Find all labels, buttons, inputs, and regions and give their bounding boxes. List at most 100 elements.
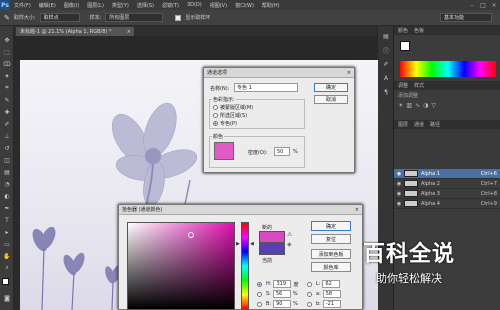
menu-file[interactable]: 文件(F) xyxy=(10,2,35,9)
menu-edit[interactable]: 编辑(E) xyxy=(35,2,60,9)
radio-circle-checked[interactable] xyxy=(213,121,218,126)
ok-button[interactable]: 确定 xyxy=(314,83,348,92)
path-select-icon[interactable]: ▸ xyxy=(3,228,11,236)
sample-select[interactable]: 所有图层 xyxy=(105,13,164,22)
tab-paths[interactable]: 路径 xyxy=(430,121,440,128)
menu-3d[interactable]: 3D(D) xyxy=(183,2,206,8)
crop-tool-icon[interactable]: ⌗ xyxy=(3,84,11,92)
history-panel-icon[interactable]: ▤ xyxy=(382,32,390,40)
add-to-swatches-button[interactable]: 添加到色板 xyxy=(311,249,351,259)
channel-row-alpha2[interactable]: ◉ Alpha 2 Ctrl+7 xyxy=(394,179,500,189)
paragraph-panel-icon[interactable]: ¶ xyxy=(382,88,390,96)
character-panel-icon[interactable]: A xyxy=(382,74,390,82)
tab-channels[interactable]: 通道 xyxy=(414,121,424,128)
hue-slider[interactable] xyxy=(241,222,249,310)
vibrance-icon[interactable]: ▽ xyxy=(431,102,436,109)
cancel-button[interactable]: 取消 xyxy=(314,95,348,104)
exposure-icon[interactable]: ◑ xyxy=(423,102,428,109)
saturation-brightness-field[interactable] xyxy=(127,222,235,310)
channel-row-alpha3[interactable]: ◉ Alpha 3 Ctrl+8 xyxy=(394,189,500,199)
lab-l-field[interactable]: 62 xyxy=(322,280,341,288)
hue-slider-left-arrow[interactable]: ▶ xyxy=(236,241,240,247)
brush-panel-icon[interactable]: ✐ xyxy=(382,60,390,68)
visibility-eye-icon[interactable]: ◉ xyxy=(394,181,404,187)
sample-size-select[interactable]: 取样点 xyxy=(39,13,80,22)
menu-filter[interactable]: 滤镜(T) xyxy=(158,2,183,9)
maximize-icon[interactable]: □ xyxy=(478,0,488,10)
pen-tool-icon[interactable]: ✒ xyxy=(3,204,11,212)
marquee-tool-icon[interactable]: ⬚ xyxy=(3,48,11,56)
levels-icon[interactable]: ▥ xyxy=(406,102,412,109)
type-tool-icon[interactable]: T xyxy=(3,216,11,224)
lab-a-field[interactable]: 58 xyxy=(322,290,341,298)
visibility-eye-icon[interactable]: ◉ xyxy=(394,201,404,207)
hue-radio[interactable] xyxy=(257,281,262,287)
radio-masked-areas[interactable]: 被蒙版区域(M) xyxy=(213,104,253,111)
workspace-select[interactable]: 基本功能 xyxy=(440,13,492,22)
lab-l-radio[interactable] xyxy=(307,281,312,287)
lab-a-radio[interactable] xyxy=(307,291,312,297)
menu-layer[interactable]: 图层(L) xyxy=(83,2,108,9)
foreground-color-swatch[interactable] xyxy=(2,278,9,285)
eraser-tool-icon[interactable]: ◫ xyxy=(3,156,11,164)
radio-circle[interactable] xyxy=(213,113,218,118)
quick-mask-icon[interactable]: ◙ xyxy=(3,294,11,302)
eyedropper-icon[interactable]: ✎ xyxy=(3,96,11,104)
menu-help[interactable]: 帮助(H) xyxy=(258,2,284,9)
menu-view[interactable]: 视图(V) xyxy=(206,2,231,9)
history-brush-icon[interactable]: ↺ xyxy=(3,144,11,152)
lab-b-radio[interactable] xyxy=(307,301,312,307)
tab-layers[interactable]: 图层 xyxy=(398,121,408,128)
brightness-icon[interactable]: ☀ xyxy=(398,102,403,109)
out-of-gamut-warning-icon[interactable]: ⚠ xyxy=(287,231,292,238)
channel-row-alpha4[interactable]: ◉ Alpha 4 Ctrl+9 xyxy=(394,199,500,209)
lasso-tool-icon[interactable]: ↀ xyxy=(3,60,11,68)
saturation-field[interactable]: 56 xyxy=(272,290,291,298)
radio-spot-color[interactable]: 专色(P) xyxy=(213,120,237,127)
tab-styles[interactable]: 样式 xyxy=(414,82,424,89)
lab-b-field[interactable]: -21 xyxy=(322,300,341,308)
brightness-radio[interactable] xyxy=(257,301,262,307)
hue-field[interactable]: 319 xyxy=(273,280,292,288)
panel-foreground-swatch[interactable] xyxy=(400,41,410,51)
dodge-tool-icon[interactable]: ◐ xyxy=(3,192,11,200)
properties-panel-icon[interactable]: ⓘ xyxy=(382,46,390,55)
show-ring-checkbox[interactable] xyxy=(175,14,182,21)
spot-color-swatch[interactable] xyxy=(214,142,234,160)
zoom-tool-icon[interactable]: ⌕ xyxy=(3,264,11,272)
magic-wand-icon[interactable]: ✦ xyxy=(3,72,11,80)
color-libraries-button[interactable]: 颜色库 xyxy=(311,262,351,272)
picker-close-icon[interactable]: × xyxy=(355,207,359,213)
hand-tool-icon[interactable]: ✋ xyxy=(3,252,11,260)
menu-type[interactable]: 类型(Y) xyxy=(108,2,133,9)
color-spectrum-bar[interactable] xyxy=(400,61,496,77)
menu-window[interactable]: 窗口(W) xyxy=(231,2,258,9)
visibility-eye-icon[interactable]: ◉ xyxy=(394,191,404,197)
close-window-icon[interactable]: × xyxy=(489,0,499,10)
dialog-close-icon[interactable]: × xyxy=(347,70,351,76)
blur-tool-icon[interactable]: ◔ xyxy=(3,180,11,188)
tab-swatches[interactable]: 色板 xyxy=(414,27,424,34)
move-tool-icon[interactable]: ✥ xyxy=(3,36,11,44)
hue-slider-right-arrow[interactable]: ◀ xyxy=(250,241,254,247)
menu-select[interactable]: 选择(S) xyxy=(133,2,158,9)
solidity-field[interactable]: 50 xyxy=(274,147,290,156)
tab-close-icon[interactable]: × xyxy=(127,29,131,35)
channel-row-alpha1[interactable]: ◉ Alpha 1 Ctrl+6 xyxy=(394,169,500,179)
picker-reset-button[interactable]: 复位 xyxy=(311,234,351,244)
gradient-tool-icon[interactable]: ▤ xyxy=(3,168,11,176)
brush-tool-icon[interactable]: ✐ xyxy=(3,120,11,128)
brightness-field[interactable]: 90 xyxy=(273,300,292,308)
curves-icon[interactable]: ∿ xyxy=(415,102,420,109)
current-color-swatch[interactable] xyxy=(259,243,285,255)
color-picker-cursor[interactable] xyxy=(188,232,194,238)
minimize-icon[interactable]: – xyxy=(467,0,477,10)
saturation-radio[interactable] xyxy=(257,291,262,297)
picker-ok-button[interactable]: 确定 xyxy=(311,221,351,231)
document-tab[interactable]: 未标题-1 @ 21.1% (Alpha 1, RGB/8) * × xyxy=(16,27,134,36)
tab-color[interactable]: 颜色 xyxy=(398,27,408,34)
radio-selected-areas[interactable]: 所选区域(S) xyxy=(213,112,247,119)
visibility-eye-icon[interactable]: ◉ xyxy=(394,171,404,177)
channel-name-field[interactable]: 专色 1 xyxy=(234,83,298,92)
healing-brush-icon[interactable]: ✚ xyxy=(3,108,11,116)
